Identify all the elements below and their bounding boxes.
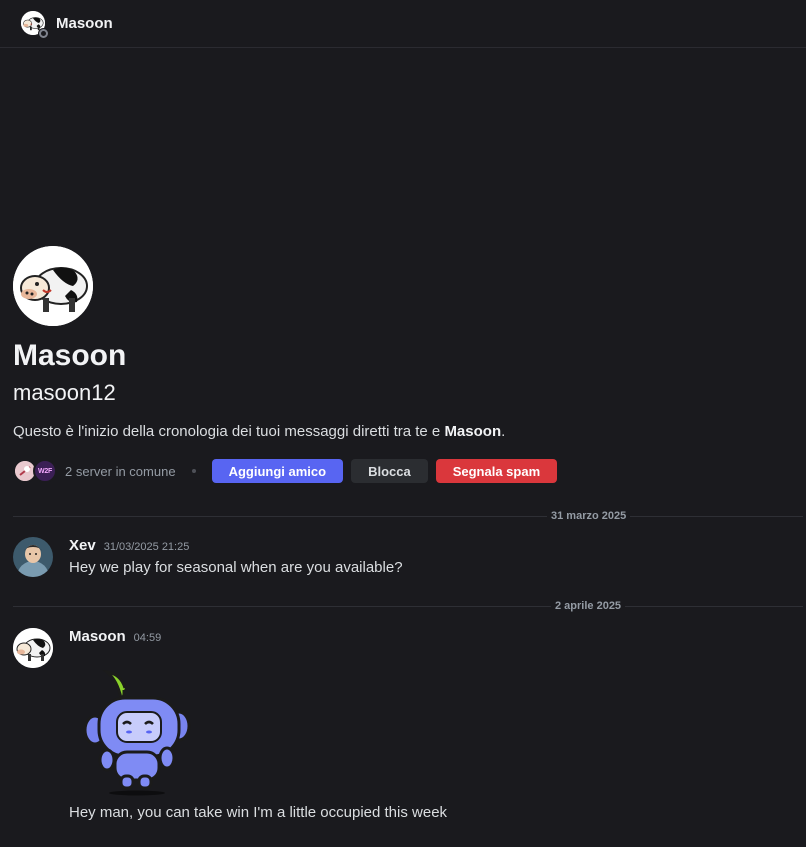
offline-status-icon bbox=[38, 27, 49, 39]
mutual-servers-icons[interactable]: W2F bbox=[13, 459, 59, 483]
server-icon-2-label: W2F bbox=[38, 467, 52, 475]
intro-text-suffix: . bbox=[501, 423, 506, 440]
intro-text-prefix: Questo è l'inizio della cronologia dei t… bbox=[13, 423, 445, 440]
wumpus-sticker-icon[interactable] bbox=[69, 656, 199, 796]
date-divider-label: 31 marzo 2025 bbox=[547, 509, 631, 523]
message-author[interactable]: Xev bbox=[69, 537, 96, 554]
message-author[interactable]: Masoon bbox=[69, 628, 126, 645]
report-spam-button[interactable]: Segnala spam bbox=[435, 459, 558, 483]
separator-dot bbox=[191, 469, 196, 473]
message-header: Masoon 04:59 bbox=[69, 628, 789, 648]
profile-username: masoon12 bbox=[13, 380, 116, 405]
date-divider-label: 2 aprile 2025 bbox=[551, 599, 626, 613]
intro-description: Questo è l'inizio della cronologia dei t… bbox=[13, 422, 793, 442]
mutual-servers-count[interactable]: 2 server in comune bbox=[65, 464, 176, 479]
message-timestamp: 04:59 bbox=[133, 632, 162, 644]
add-friend-button[interactable]: Aggiungi amico bbox=[211, 459, 344, 483]
message-timestamp: 31/03/2025 21:25 bbox=[103, 541, 190, 553]
profile-avatar[interactable] bbox=[13, 246, 93, 326]
server-icon-2: W2F bbox=[33, 459, 57, 483]
profile-actions: W2F 2 server in comune Aggiungi amico Bl… bbox=[13, 459, 793, 483]
header-title: Masoon bbox=[56, 15, 113, 32]
cow-avatar-icon bbox=[13, 246, 93, 326]
message-item: Masoon 04:59 Hey man, you can take win I… bbox=[13, 628, 793, 843]
date-divider: 31 marzo 2025 bbox=[13, 509, 803, 523]
block-button[interactable]: Blocca bbox=[351, 459, 428, 483]
dm-intro: Masoon masoon12 Questo è l'inizio della … bbox=[13, 246, 793, 483]
date-divider: 2 aprile 2025 bbox=[13, 599, 803, 613]
message-text: Hey we play for seasonal when are you av… bbox=[69, 559, 403, 576]
profile-display-name: Masoon bbox=[13, 339, 127, 372]
intro-text-name: Masoon bbox=[444, 423, 502, 440]
message-body: Xev 31/03/2025 21:25 Hey we play for sea… bbox=[69, 537, 789, 579]
xev-avatar-icon[interactable] bbox=[13, 537, 53, 577]
message-header: Xev 31/03/2025 21:25 bbox=[69, 537, 789, 557]
dm-header: Masoon bbox=[0, 0, 806, 48]
message-text: Hey man, you can take win I'm a little o… bbox=[69, 804, 448, 821]
cow-avatar-icon[interactable] bbox=[13, 628, 53, 668]
header-avatar[interactable] bbox=[21, 10, 49, 39]
message-item: Xev 31/03/2025 21:25 Hey we play for sea… bbox=[13, 537, 793, 581]
message-body: Masoon 04:59 Hey man, you can take win I… bbox=[69, 628, 789, 824]
